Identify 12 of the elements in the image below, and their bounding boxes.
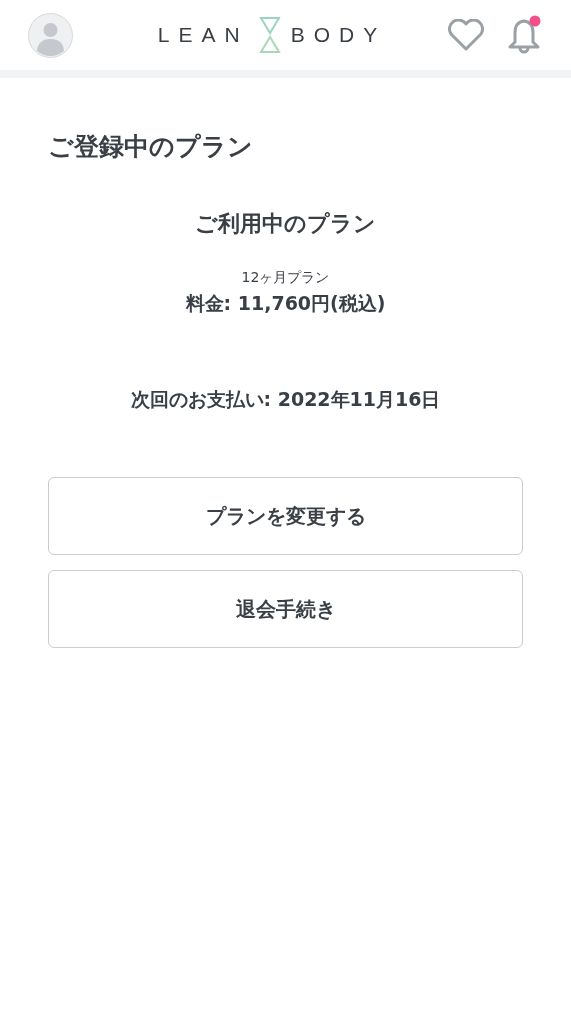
- logo-text: BODY: [290, 23, 387, 47]
- hourglass-icon: [258, 16, 281, 54]
- avatar-icon[interactable]: [28, 12, 73, 58]
- heart-icon[interactable]: [447, 19, 485, 51]
- page-title: ご登録中のプラン: [48, 131, 254, 163]
- logo-text: LEAN: [157, 23, 249, 47]
- plan-action-button[interactable]: 退会手続き: [48, 570, 523, 648]
- plan-action-button[interactable]: プランを変更する: [48, 477, 523, 555]
- plan-heading: ご利用中のプラン: [194, 210, 377, 238]
- plan-price: 料金: 11,760円(税込): [184, 291, 387, 316]
- plan-name: 12ヶ月プラン: [240, 269, 331, 287]
- next-payment-date: 次回のお支払い: 2022年11月16日: [129, 387, 442, 412]
